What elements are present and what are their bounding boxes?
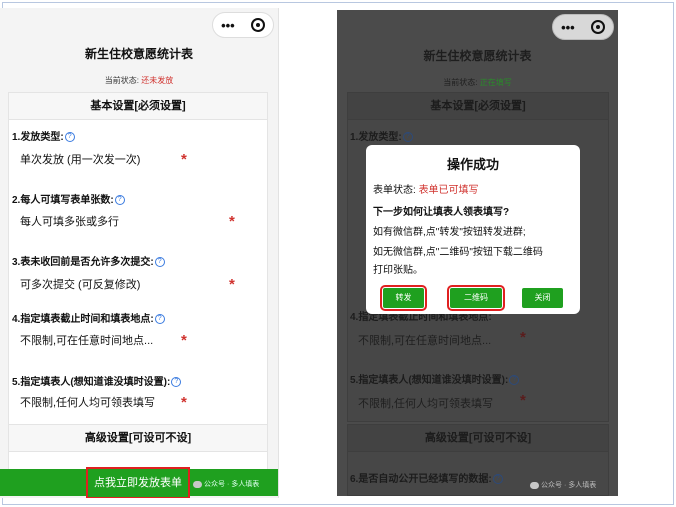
help-icon: ? [492, 474, 503, 485]
dialog-status-value: 表单已可填写 [418, 185, 479, 196]
question-6-label: 6.是否自动公开已经填写的数据:? [350, 470, 503, 485]
required-mark: * [520, 392, 526, 409]
help-icon[interactable]: ? [154, 314, 165, 325]
qrcode-button[interactable]: 二维码 [447, 285, 505, 311]
multiple-submit-select[interactable]: 可多次提交 (可反复修改) [12, 270, 217, 300]
help-icon[interactable]: ? [154, 257, 165, 268]
mini-program-capsule: ••• [212, 12, 274, 38]
question-5-label: 5.指定填表人(想知道谁没填时设置):? [350, 371, 520, 386]
status-value: 还未发放 [141, 76, 174, 85]
wechat-icon [193, 480, 202, 488]
wechat-icon [530, 481, 539, 489]
question-3-label: 3.表未收回前是否允许多次提交:? [12, 253, 165, 268]
deadline-location-select[interactable]: 不限制,可在任意时间地点... [12, 326, 172, 356]
dialog-status: 表单状态: 表单已可填写 [373, 185, 479, 196]
status-label: 当前状态: [443, 78, 478, 87]
help-icon[interactable]: ? [171, 377, 182, 388]
basic-settings-header: 基本设置[必须设置] [348, 93, 608, 120]
form-title: 新生住校意愿统计表 [84, 47, 193, 61]
question-2-label: 2.每人可填写表单张数:? [12, 191, 125, 206]
advanced-settings-header: 高级设置[可设可不设] [348, 425, 608, 452]
required-mark: * [181, 394, 187, 411]
dialog-instruction-3: 打印张贴。 [373, 265, 423, 276]
question-1-label: 1.发放类型:? [12, 128, 75, 143]
dialog-title: 操作成功 [446, 157, 499, 172]
right-phone-screen: ••• 新生住校意愿统计表 当前状态: 正在填写 基本设置[必须设置] 1.发放… [337, 10, 618, 496]
dialog-question: 下一步如何让填表人领表填写? [373, 207, 510, 218]
basic-settings-header: 基本设置[必须设置] [9, 93, 267, 120]
form-status: 当前状态: 正在填写 [337, 77, 618, 88]
more-icon[interactable]: ••• [221, 18, 235, 33]
advanced-settings-header: 高级设置[可设可不设] [9, 425, 267, 452]
copies-per-person-select[interactable]: 每人可填多张或多行 [12, 207, 217, 237]
required-mark: * [229, 276, 235, 293]
close-button[interactable]: 关闭 [522, 288, 563, 308]
question-4-label: 4.指定填表截止时间和填表地点:? [12, 310, 165, 325]
close-target-icon[interactable] [250, 18, 265, 32]
help-icon[interactable]: ? [64, 132, 75, 143]
required-mark: * [520, 329, 526, 346]
form-status: 当前状态: 还未发放 [0, 75, 278, 86]
watermark: 公众号 · 多人填表 [530, 480, 596, 490]
dialog-instruction-1: 如有微信群,点"转发"按钮转发进群; [373, 227, 526, 238]
form-title: 新生住校意愿统计表 [423, 49, 532, 63]
question-5-label: 5.指定填表人(想知道谁没填时设置):? [12, 373, 182, 388]
left-phone-screen: ••• 新生住校意愿统计表 当前状态: 还未发放 基本设置[必须设置] 1.发放… [0, 8, 279, 498]
issue-type-select[interactable]: 单次发放 (用一次发一次) [12, 145, 172, 175]
deadline-location-select: 不限制,可在任意时间地点... [358, 335, 492, 347]
dialog-instruction-2: 如无微信群,点"二维码"按钮下载二维码 [373, 247, 543, 258]
question-1-label: 1.发放类型:? [350, 128, 413, 143]
help-icon: ? [402, 132, 413, 143]
watermark: 公众号 · 多人填表 [193, 479, 259, 489]
mini-program-capsule: ••• [552, 14, 614, 40]
close-target-icon[interactable] [590, 20, 605, 34]
designated-filler-select[interactable]: 不限制,任何人均可领表填写 [12, 388, 172, 418]
publish-form-button[interactable]: 点我立即发放表单 [86, 467, 190, 498]
more-icon[interactable]: ••• [561, 20, 575, 35]
help-icon: ? [509, 375, 520, 386]
status-value: 正在填写 [479, 78, 512, 87]
success-dialog: 操作成功 表单状态: 表单已可填写 下一步如何让填表人领表填写? 如有微信群,点… [366, 145, 580, 314]
status-label: 当前状态: [104, 76, 139, 85]
designated-filler-select: 不限制,任何人均可领表填写 [358, 398, 494, 410]
help-icon[interactable]: ? [114, 195, 125, 206]
forward-button[interactable]: 转发 [380, 285, 427, 311]
required-mark: * [229, 213, 235, 230]
required-mark: * [181, 151, 187, 168]
required-mark: * [181, 332, 187, 349]
